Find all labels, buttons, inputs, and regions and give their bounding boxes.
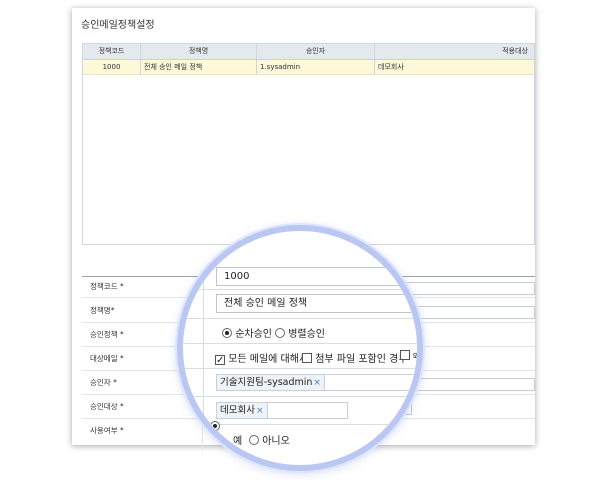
label-target-mail: 대상메일 * [90, 354, 124, 363]
radio-label-sequential: 순차승인 [235, 329, 272, 340]
magnified-label-divider [203, 265, 204, 465]
checkbox-label-all-mail: 모든 메일에 대해서 [228, 354, 309, 365]
label-policy-code: 정책코드 * [90, 282, 124, 291]
checkbox-all-mail[interactable]: ✓ 모든 메일에 대해서 [215, 350, 309, 366]
radio-sequential-approval[interactable]: 순차승인 [222, 325, 272, 340]
policy-table: 정책코드 정책명 승인자 적용대상 1000 전체 승인 메일 정책 1.sys… [82, 43, 535, 245]
radio-use-yes-label: 예 [233, 436, 243, 447]
checkbox-unchecked-icon[interactable] [302, 353, 312, 363]
label-policy-name: 정책명* [90, 306, 115, 315]
radio-off-icon[interactable] [249, 435, 259, 445]
cell-approver: 1.sysadmin [257, 60, 375, 74]
policy-code-input[interactable]: 1000 [216, 267, 417, 286]
policy-name-input[interactable]: 전체 승인 메일 정책 [216, 294, 417, 313]
cell-name: 전체 승인 메일 정책 [141, 60, 257, 74]
window-title: 승인메일정책설정 [81, 20, 155, 31]
radio-use-yes[interactable] [210, 421, 220, 433]
checkbox-label-external: 외부 발송 포함된 경우 [412, 352, 420, 361]
magnified-row-divider [183, 289, 417, 290]
radio-parallel-approval[interactable]: 병렬승인 [275, 325, 325, 340]
radio-on-icon[interactable] [210, 421, 220, 431]
magnified-row-divider [183, 396, 417, 397]
magnifier-lens: 1000 전체 승인 메일 정책 순차승인 병렬승인 ✓ 모든 메일에 대해서 … [177, 225, 423, 471]
checkbox-checked-icon[interactable]: ✓ [215, 355, 225, 366]
radio-use-no[interactable]: 아니오 [249, 432, 290, 447]
checkbox-attachment[interactable]: 첨부 파일 포함인 경우 [302, 350, 408, 365]
cell-code: 1000 [83, 60, 141, 74]
approver-tag-label: 기술지원팀-sysadmin [220, 377, 313, 388]
radio-label-parallel: 병렬승인 [288, 329, 325, 340]
remove-tag-icon[interactable]: × [256, 406, 264, 416]
checkbox-external[interactable]: 외부 발송 포함된 경우 [400, 350, 420, 362]
cell-target: 데모회사 [378, 63, 404, 71]
checkbox-unchecked-icon[interactable] [400, 350, 410, 360]
column-header-code[interactable]: 정책코드 [83, 44, 141, 59]
column-header-name[interactable]: 정책명 [141, 44, 257, 59]
radio-on-icon[interactable] [222, 328, 232, 338]
magnified-row-divider [183, 343, 417, 344]
radio-label-no: 아니오 [262, 436, 290, 447]
magnified-form: 1000 전체 승인 메일 정책 순차승인 병렬승인 ✓ 모든 메일에 대해서 … [183, 231, 420, 465]
table-row[interactable]: 1000 전체 승인 메일 정책 1.sysadmin 데모회사 [83, 60, 534, 75]
column-header-target[interactable]: 적용대상 [375, 44, 534, 59]
checkbox-label-attachment: 첨부 파일 포함인 경우 [315, 354, 408, 365]
magnified-row-divider [183, 318, 417, 319]
table-header: 정책코드 정책명 승인자 적용대상 [83, 44, 534, 60]
magnified-row-divider [183, 368, 417, 369]
label-use-yn: 사용여부 * [90, 426, 124, 435]
column-header-approver[interactable]: 승인자 [257, 44, 375, 59]
radio-off-icon[interactable] [275, 328, 285, 338]
label-approval-target: 승인대상 * [90, 402, 124, 411]
remove-tag-icon[interactable]: × [313, 378, 321, 388]
approval-target-tag: 데모회사× [216, 402, 268, 419]
label-approver: 승인자 * [90, 378, 117, 387]
approver-tag: 기술지원팀-sysadmin× [216, 374, 325, 391]
label-approval-policy: 승인정책 * [90, 330, 124, 339]
approval-target-tag-label: 데모회사 [220, 405, 255, 416]
